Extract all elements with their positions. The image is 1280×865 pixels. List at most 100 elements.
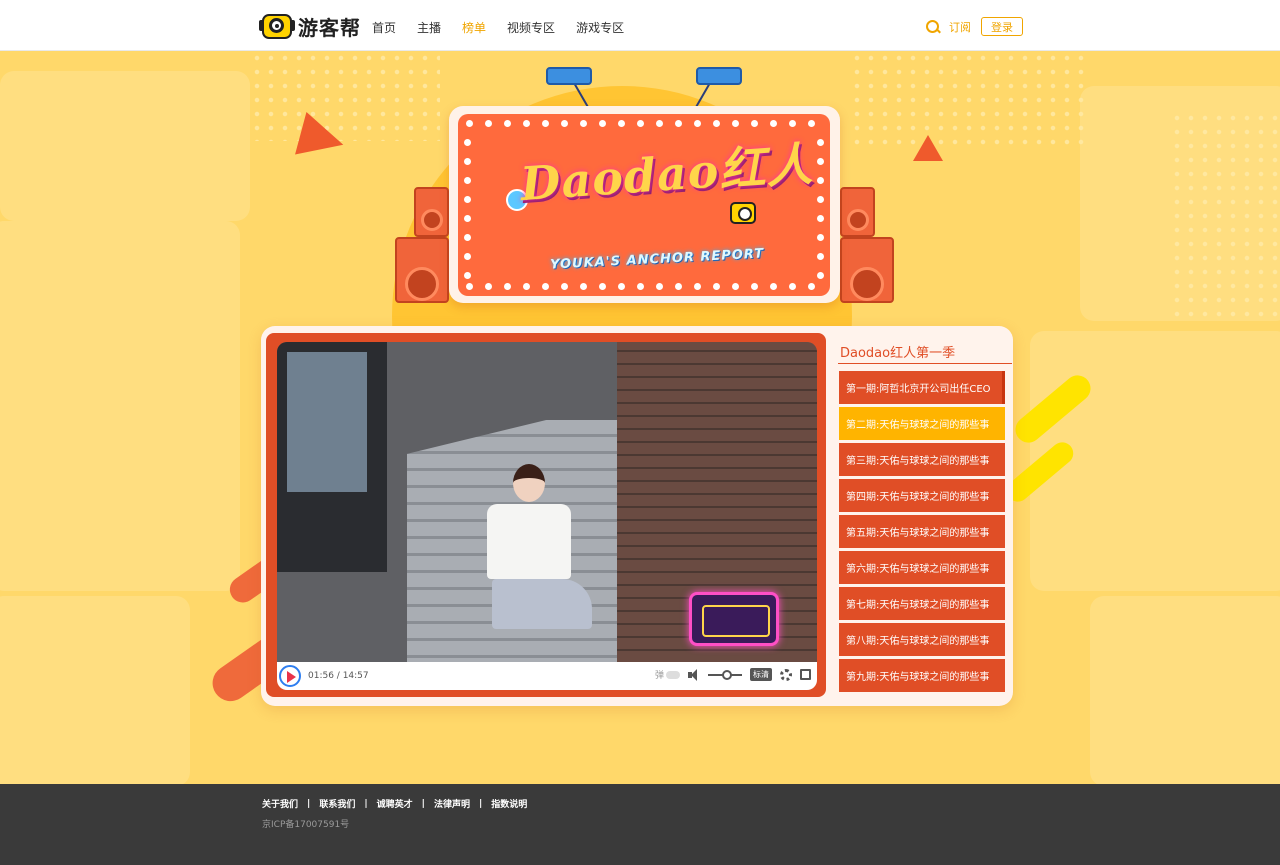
nav-item-rankings[interactable]: 榜单 [462, 19, 486, 36]
marquee-bulb [694, 283, 701, 290]
banner-marquee: Daodao红人 YOUKA'S ANCHOR REPORT [458, 114, 830, 296]
footer-link-about[interactable]: 关于我们 [262, 797, 298, 810]
show-watermark-logo [689, 592, 779, 646]
site-logo[interactable]: 游客帮 [259, 11, 361, 41]
playlist-scrollbar[interactable] [1002, 371, 1005, 404]
gear-icon[interactable] [780, 668, 792, 681]
video-frame[interactable] [277, 342, 817, 662]
speaker-icon [840, 187, 875, 237]
volume-slider[interactable] [708, 669, 742, 680]
marquee-bulb [561, 283, 568, 290]
play-icon[interactable] [279, 665, 301, 687]
footer-link-careers[interactable]: 诚聘英才 [377, 797, 413, 810]
logo-text: 游客帮 [298, 15, 361, 40]
marquee-bulb [817, 139, 824, 146]
fullscreen-icon[interactable] [800, 669, 811, 680]
nav-item-anchors[interactable]: 主播 [417, 19, 441, 36]
marquee-bulb [580, 120, 587, 127]
marquee-bulb [599, 283, 606, 290]
marquee-bulb [561, 120, 568, 127]
marquee-bulb [675, 120, 682, 127]
marquee-bulb [751, 120, 758, 127]
video-card: 01:56 / 14:57 弹 标清 Daodao红人第一季 第一期:阿哲北京开… [261, 326, 1013, 706]
playlist-title: Daodao红人第一季 [840, 346, 956, 361]
marquee-bulb [464, 272, 471, 279]
footer-separator: | [364, 798, 368, 809]
bg-dots [1170, 111, 1280, 321]
quality-button[interactable]: 标清 [750, 668, 772, 681]
playlist-item[interactable]: 第一期:阿哲北京开公司出任CEO [839, 371, 1005, 404]
marquee-bulb [675, 283, 682, 290]
marquee-bulb [732, 283, 739, 290]
speaker-icon [414, 187, 449, 237]
playlist-item[interactable]: 第二期:天佑与球球之间的那些事 [839, 407, 1005, 440]
video-scene-host [487, 464, 592, 629]
header-actions: 订阅 登录 [926, 17, 1023, 36]
playlist-divider [838, 363, 1012, 364]
marquee-bulb [751, 283, 758, 290]
player-controls-right: 弹 标清 [655, 668, 811, 681]
marquee-bulb [504, 283, 511, 290]
bg-tile [0, 221, 240, 591]
marquee-bulb [485, 120, 492, 127]
toggle-switch-icon [666, 670, 680, 679]
marquee-bulb [817, 177, 824, 184]
playlist-item[interactable]: 第四期:天佑与球球之间的那些事 [839, 479, 1005, 512]
marquee-bulb [580, 283, 587, 290]
main-nav: 首页 主播 榜单 视频专区 游戏专区 [372, 19, 645, 36]
marquee-bulb [464, 253, 471, 260]
marquee-bulb [464, 234, 471, 241]
bg-dots [850, 51, 1090, 151]
footer-link-index[interactable]: 指数说明 [491, 797, 527, 810]
search-icon[interactable] [926, 19, 940, 34]
marquee-bulb [817, 234, 824, 241]
marquee-bulb [618, 120, 625, 127]
nav-item-games[interactable]: 游戏专区 [576, 19, 624, 36]
volume-icon[interactable] [688, 668, 700, 681]
marquee-bulb [789, 120, 796, 127]
danmu-toggle[interactable]: 弹 [655, 668, 680, 681]
bg-tile [0, 596, 190, 784]
playlist-item[interactable]: 第九期:天佑与球球之间的那些事 [839, 659, 1005, 692]
marquee-bulb [504, 120, 511, 127]
marquee-bulb [789, 283, 796, 290]
playlist-item[interactable]: 第六期:天佑与球球之间的那些事 [839, 551, 1005, 584]
playlist-item[interactable]: 第三期:天佑与球球之间的那些事 [839, 443, 1005, 476]
icp-license: 京ICP备17007591号 [262, 820, 350, 830]
speaker-icon [395, 237, 449, 303]
marquee-bulb [464, 177, 471, 184]
video-scene-window [277, 342, 387, 572]
marquee-bulb [618, 283, 625, 290]
playlist-item[interactable]: 第七期:天佑与球球之间的那些事 [839, 587, 1005, 620]
marquee-bulb [817, 253, 824, 260]
bg-tile [0, 71, 250, 221]
playback-time: 01:56 / 14:57 [308, 671, 369, 681]
footer-separator: | [307, 798, 311, 809]
login-button[interactable]: 登录 [981, 17, 1023, 36]
marquee-bulb [817, 158, 824, 165]
marquee-bulb [466, 120, 473, 127]
marquee-bulb [656, 120, 663, 127]
bg-tile [1090, 596, 1280, 784]
danmu-label: 弹 [654, 671, 664, 681]
banner-subtitle: YOUKA'S ANCHOR REPORT [549, 246, 765, 273]
marquee-bulb [523, 120, 530, 127]
playlist-item[interactable]: 第八期:天佑与球球之间的那些事 [839, 623, 1005, 656]
marquee-bulb [732, 120, 739, 127]
marquee-bulb [464, 196, 471, 203]
marquee-bulb [808, 283, 815, 290]
marquee-bulb [817, 196, 824, 203]
nav-item-videos[interactable]: 视频专区 [507, 19, 555, 36]
playlist: 第一期:阿哲北京开公司出任CEO 第二期:天佑与球球之间的那些事 第三期:天佑与… [839, 371, 1005, 695]
footer-link-legal[interactable]: 法律声明 [434, 797, 470, 810]
marquee-bulb [637, 283, 644, 290]
marquee-bulb [637, 120, 644, 127]
footer-link-contact[interactable]: 联系我们 [319, 797, 355, 810]
spotlight-icon [696, 67, 742, 85]
video-player: 01:56 / 14:57 弹 标清 [266, 333, 826, 697]
subscribe-link[interactable]: 订阅 [949, 19, 971, 35]
triangle-decor [913, 135, 943, 161]
marquee-bulb [770, 283, 777, 290]
nav-item-home[interactable]: 首页 [372, 19, 396, 36]
playlist-item[interactable]: 第五期:天佑与球球之间的那些事 [839, 515, 1005, 548]
